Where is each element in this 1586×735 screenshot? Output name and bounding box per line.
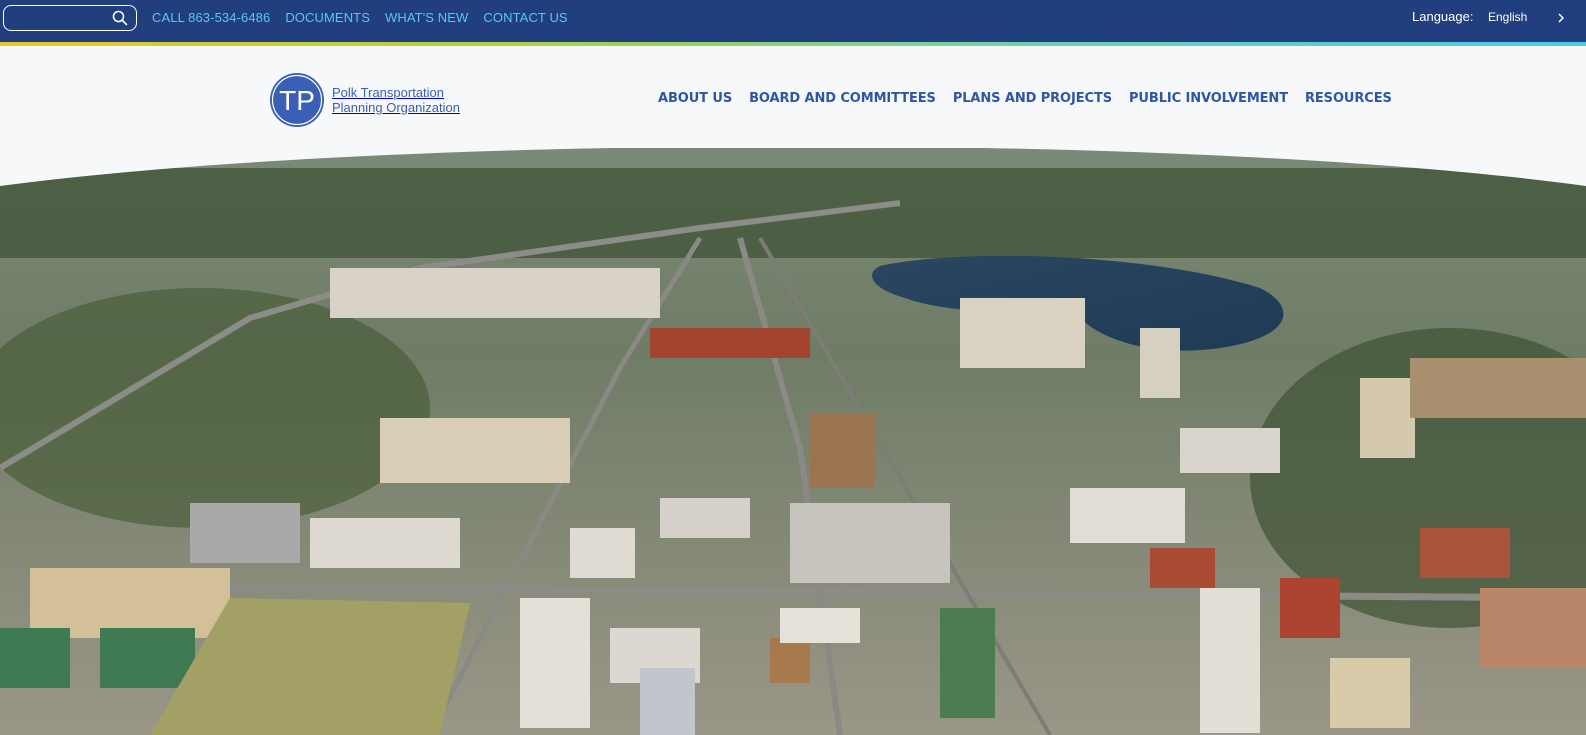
tpo-logo-icon: TP [270,73,324,127]
nav-board-and-committees[interactable]: BOARD AND COMMITTEES [749,91,936,106]
nav-about-us[interactable]: ABOUT US [658,91,732,106]
nav-plans-and-projects[interactable]: PLANS AND PROJECTS [953,91,1112,106]
documents-link[interactable]: DOCUMENTS [285,10,370,25]
search-input[interactable] [12,9,112,27]
whats-new-link[interactable]: WHAT'S NEW [385,10,468,25]
contact-us-link[interactable]: CONTACT US [483,10,567,25]
search-icon[interactable] [112,10,128,26]
utility-bar: CALL 863-534-6486 DOCUMENTS WHAT'S NEW C… [0,0,1586,42]
nav-resources[interactable]: RESOURCES [1305,91,1392,106]
search-box[interactable] [3,5,137,31]
logo-line-1: Polk Transportation [332,85,445,100]
logo-line-2: Planning Organization [332,100,460,115]
call-link[interactable]: CALL 863-534-6486 [152,10,270,25]
nav-public-involvement[interactable]: PUBLIC INVOLVEMENT [1129,91,1288,106]
language-label: Language: [1412,9,1474,24]
utility-nav: CALL 863-534-6486 DOCUMENTS WHAT'S NEW C… [152,10,568,25]
logo-wordmark: Polk Transportation Planning Organizatio… [332,85,460,115]
site-logo[interactable]: TP Polk Transportation Planning Organiza… [269,71,479,129]
main-nav: ABOUT US BOARD AND COMMITTEES PLANS AND … [658,91,1392,106]
logo-monogram: TP [279,85,315,116]
language-select[interactable]: English [1488,10,1527,24]
chevron-right-icon[interactable] [1556,12,1566,24]
hero-image [0,148,1586,735]
aerial-city-photo [0,148,1586,735]
